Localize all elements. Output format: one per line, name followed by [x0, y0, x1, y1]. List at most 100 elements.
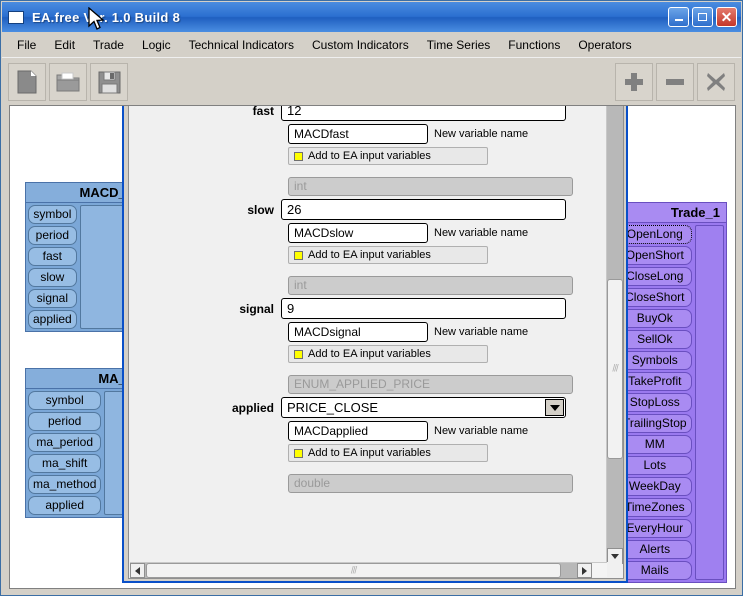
delete-button[interactable]: [697, 63, 735, 101]
port-symbol[interactable]: symbol: [28, 391, 102, 410]
menu-item-custom-indicators[interactable]: Custom Indicators: [303, 35, 418, 55]
menu-item-functions[interactable]: Functions: [499, 35, 569, 55]
add-input-checkbox-row-fast[interactable]: Add to EA input variables: [288, 147, 488, 165]
close-button[interactable]: ✕: [716, 7, 737, 27]
checkbox-icon[interactable]: [294, 349, 303, 359]
port-ma-period[interactable]: ma_period: [28, 433, 102, 452]
param-varname-signal[interactable]: MACDsignal: [288, 322, 428, 342]
port-close-long[interactable]: CloseLong: [618, 267, 692, 286]
hscroll-thumb[interactable]: ///: [146, 563, 561, 578]
toolbar-left-group: [8, 63, 128, 101]
window-system-icon[interactable]: [8, 10, 24, 24]
param-label-signal: signal: [239, 301, 274, 316]
open-folder-button[interactable]: [49, 63, 87, 101]
menu-item-time-series[interactable]: Time Series: [418, 35, 500, 55]
block-trade-1[interactable]: Trade_1 OpenLong OpenShort CloseLong Clo…: [615, 202, 727, 583]
param-label-slow: slow: [247, 202, 274, 217]
port-open-long[interactable]: OpenLong: [618, 225, 692, 244]
checkbox-icon[interactable]: [294, 151, 303, 161]
dialog-horizontal-scrollbar[interactable]: ///: [130, 562, 608, 578]
combo-selected-value: PRICE_CLOSE: [287, 400, 379, 415]
block-pane-trade-1: [694, 225, 724, 580]
menu-item-operators[interactable]: Operators: [569, 35, 640, 55]
port-trailing-stop[interactable]: TrailingStop: [618, 414, 692, 433]
toolbar: [2, 57, 741, 105]
open-folder-icon: [56, 72, 80, 92]
port-close-short[interactable]: CloseShort: [618, 288, 692, 307]
port-mm[interactable]: MM: [618, 435, 692, 454]
x-icon: [707, 73, 725, 91]
port-applied[interactable]: applied: [28, 496, 102, 515]
port-sell-ok[interactable]: SellOk: [618, 330, 692, 349]
port-lots[interactable]: Lots: [618, 456, 692, 475]
add-input-checkbox-row-signal[interactable]: Add to EA input variables: [288, 345, 488, 363]
port-period[interactable]: period: [28, 412, 102, 431]
new-variable-name-caption: New variable name: [434, 326, 529, 338]
add-input-label: Add to EA input variables: [308, 348, 431, 360]
param-value-slow[interactable]: 26: [281, 199, 566, 220]
menu-item-trade[interactable]: Trade: [84, 35, 133, 55]
port-every-hour[interactable]: EveryHour: [618, 519, 692, 538]
port-ma-method[interactable]: ma_method: [28, 475, 102, 494]
add-input-label: Add to EA input variables: [308, 150, 431, 162]
scroll-left-button[interactable]: [130, 563, 145, 578]
grip-icon: ///: [612, 363, 618, 375]
add-input-checkbox-row-applied[interactable]: Add to EA input variables: [288, 444, 488, 462]
scroll-right-button[interactable]: [577, 563, 592, 578]
maximize-button[interactable]: [692, 7, 713, 27]
add-button[interactable]: [615, 63, 653, 101]
port-mails[interactable]: Mails: [618, 561, 692, 580]
port-symbols[interactable]: Symbols: [618, 351, 692, 370]
application-window: EA.free Ver. 1.0 Build 8 ✕ File Edit Tra…: [0, 0, 743, 596]
block-title-trade-1: Trade_1: [616, 203, 726, 223]
dialog-viewport: Add to EA input variables int fast 12: [129, 106, 607, 563]
param-varname-fast[interactable]: MACDfast: [288, 124, 428, 144]
add-input-checkbox-row-slow[interactable]: Add to EA input variables: [288, 246, 488, 264]
checkbox-icon[interactable]: [294, 448, 303, 458]
dialog-scroll-frame: Add to EA input variables int fast 12: [128, 106, 624, 579]
menubar: File Edit Trade Logic Technical Indicato…: [2, 32, 741, 57]
dialog-content: Add to EA input variables int fast 12: [129, 106, 607, 508]
save-disk-icon: [98, 71, 120, 93]
menu-item-technical-indicators[interactable]: Technical Indicators: [180, 35, 303, 55]
menu-item-file[interactable]: File: [8, 35, 45, 55]
save-button[interactable]: [90, 63, 128, 101]
vscroll-thumb[interactable]: ///: [607, 279, 623, 459]
port-open-short[interactable]: OpenShort: [618, 246, 692, 265]
remove-button[interactable]: [656, 63, 694, 101]
resize-grip[interactable]: [607, 562, 622, 577]
port-alerts[interactable]: Alerts: [618, 540, 692, 559]
port-signal[interactable]: signal: [28, 289, 77, 308]
menu-item-edit[interactable]: Edit: [45, 35, 84, 55]
minus-icon: [666, 79, 684, 85]
param-type-signal: int: [288, 276, 573, 295]
menu-item-logic[interactable]: Logic: [133, 35, 180, 55]
port-symbol[interactable]: symbol: [28, 205, 77, 224]
port-fast[interactable]: fast: [28, 247, 77, 266]
param-varname-applied[interactable]: MACDapplied: [288, 421, 428, 441]
port-stop-loss[interactable]: StopLoss: [618, 393, 692, 412]
new-file-icon: [17, 70, 37, 94]
minimize-button[interactable]: [668, 7, 689, 27]
param-varname-slow[interactable]: MACDslow: [288, 223, 428, 243]
port-time-zones[interactable]: TimeZones: [618, 498, 692, 517]
param-type-applied: ENUM_APPLIED_PRICE: [288, 375, 573, 394]
chevron-down-icon[interactable]: [545, 399, 564, 416]
param-value-applied[interactable]: PRICE_CLOSE: [281, 397, 566, 418]
port-ma-shift[interactable]: ma_shift: [28, 454, 102, 473]
param-value-signal[interactable]: 9: [281, 298, 566, 319]
port-slow[interactable]: slow: [28, 268, 77, 287]
new-file-button[interactable]: [8, 63, 46, 101]
add-input-label: Add to EA input variables: [308, 447, 431, 459]
param-group-signal: int signal 9 MACDsignal New variable nam…: [129, 276, 607, 375]
diagram-canvas[interactable]: MACD_4 symbol period fast slow signal ap…: [9, 105, 736, 589]
port-week-day[interactable]: WeekDay: [618, 477, 692, 496]
port-take-profit[interactable]: TakeProfit: [618, 372, 692, 391]
port-period[interactable]: period: [28, 226, 77, 245]
param-group-partial-bottom: double: [129, 474, 607, 508]
dialog-vertical-scrollbar[interactable]: ///: [606, 106, 623, 564]
port-buy-ok[interactable]: BuyOk: [618, 309, 692, 328]
port-applied[interactable]: applied: [28, 310, 77, 329]
param-value-fast[interactable]: 12: [281, 106, 566, 121]
checkbox-icon[interactable]: [294, 250, 303, 260]
